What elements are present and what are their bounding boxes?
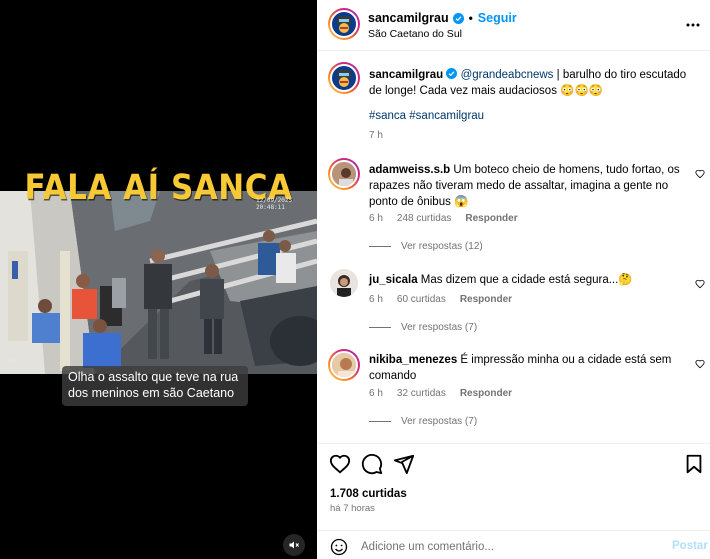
add-comment-bar: Postar bbox=[317, 530, 710, 559]
share-send-icon[interactable] bbox=[393, 453, 415, 475]
comment-meta: 6 h 60 curtidas Responder bbox=[369, 294, 512, 305]
post-sidebar: sancamilgrau • Seguir São Caetano do Sul bbox=[317, 0, 710, 559]
post-dialog: FALA AÍ SANCA 12/09/2025 20:48:11 CAM 2 … bbox=[0, 0, 710, 559]
emoji-icon[interactable] bbox=[330, 538, 348, 556]
like-heart-icon[interactable] bbox=[695, 169, 705, 179]
comment-body: Mas dizem que a cidade está segura...🤔 bbox=[417, 274, 633, 286]
reply-button[interactable]: Responder bbox=[460, 388, 512, 399]
view-replies-label: Ver respostas (7) bbox=[401, 416, 478, 427]
view-replies-label: Ver respostas (12) bbox=[401, 241, 483, 252]
comment-avatar[interactable] bbox=[328, 158, 360, 190]
profile-photo-icon bbox=[332, 162, 356, 186]
comment-username[interactable]: nikiba_menezes bbox=[369, 354, 457, 366]
video-caption: Olha o assalto que teve na rua dos menin… bbox=[62, 366, 248, 406]
profile-photo-icon bbox=[330, 269, 358, 297]
header-user-row: sancamilgrau • Seguir bbox=[368, 11, 517, 25]
comment-text: ju_sicala Mas dizem que a cidade está se… bbox=[369, 272, 689, 288]
view-replies-button[interactable]: Ver respostas (7) bbox=[369, 416, 477, 427]
header-separator: • bbox=[468, 11, 473, 25]
comment-meta: 6 h 248 curtidas Responder bbox=[369, 213, 518, 224]
video-frame[interactable] bbox=[0, 191, 317, 374]
comment-input[interactable] bbox=[361, 537, 651, 557]
reply-button[interactable]: Responder bbox=[465, 213, 517, 224]
comment-likes[interactable]: 32 curtidas bbox=[397, 388, 446, 399]
camera-label: CAM 2 bbox=[4, 357, 26, 365]
comment-avatar[interactable] bbox=[330, 269, 358, 297]
like-heart-icon[interactable] bbox=[329, 453, 351, 475]
like-heart-icon[interactable] bbox=[695, 279, 705, 289]
profile-photo-icon bbox=[332, 353, 356, 377]
view-replies-button[interactable]: Ver respostas (7) bbox=[369, 322, 477, 333]
comment-likes[interactable]: 248 curtidas bbox=[397, 213, 451, 224]
replies-divider bbox=[369, 246, 391, 247]
cctv-scene bbox=[0, 191, 317, 374]
comment-time: 6 h bbox=[369, 213, 383, 224]
camera-timestamp: 12/09/2025 20:48:11 bbox=[256, 197, 293, 211]
bookmark-save-icon[interactable] bbox=[683, 453, 705, 475]
verified-badge-icon bbox=[446, 68, 458, 79]
comment-time: 6 h bbox=[369, 388, 383, 399]
caption-avatar[interactable] bbox=[328, 62, 360, 94]
caption-hashtags[interactable]: #sanca #sancamilgrau bbox=[369, 110, 484, 122]
video-pane[interactable]: FALA AÍ SANCA 12/09/2025 20:48:11 CAM 2 … bbox=[0, 0, 317, 559]
comment-bubble-icon[interactable] bbox=[361, 453, 383, 475]
follow-button[interactable]: Seguir bbox=[478, 11, 517, 25]
comments-scroll-area[interactable]: sancamilgrau @grandeabcnews | barulho do… bbox=[317, 52, 710, 442]
sanca-logo-icon bbox=[337, 16, 351, 33]
verified-badge-icon bbox=[452, 12, 464, 24]
avatar[interactable] bbox=[328, 8, 360, 40]
comment-username[interactable]: adamweiss.s.b bbox=[369, 164, 450, 176]
comment-avatar[interactable] bbox=[328, 349, 360, 381]
comment-username[interactable]: ju_sicala bbox=[369, 274, 418, 286]
post-comment-button[interactable]: Postar bbox=[672, 540, 708, 552]
comment-likes[interactable]: 60 curtidas bbox=[397, 294, 446, 305]
sanca-logo-icon bbox=[337, 70, 351, 87]
caption-text: sancamilgrau @grandeabcnews | barulho do… bbox=[369, 67, 695, 99]
header-username[interactable]: sancamilgrau bbox=[368, 11, 449, 25]
more-options-icon[interactable] bbox=[685, 18, 701, 32]
replies-divider bbox=[369, 421, 391, 422]
post-footer: 1.708 curtidas há 7 horas Postar bbox=[317, 443, 710, 559]
post-header: sancamilgrau • Seguir São Caetano do Sul bbox=[317, 0, 710, 51]
comment-time: 6 h bbox=[369, 294, 383, 305]
speaker-muted-icon bbox=[289, 541, 299, 549]
comment-text: nikiba_menezes É impressão minha ou a ci… bbox=[369, 352, 689, 384]
header-location[interactable]: São Caetano do Sul bbox=[368, 28, 462, 40]
comment-meta: 6 h 32 curtidas Responder bbox=[369, 388, 512, 399]
mute-button[interactable] bbox=[283, 534, 305, 556]
caption-time: 7 h bbox=[369, 130, 383, 141]
like-heart-icon[interactable] bbox=[695, 359, 705, 369]
caption-username[interactable]: sancamilgrau bbox=[369, 69, 443, 81]
comment-text: adamweiss.s.b Um boteco cheio de homens,… bbox=[369, 162, 689, 210]
reply-button[interactable]: Responder bbox=[460, 294, 512, 305]
view-replies-button[interactable]: Ver respostas (12) bbox=[369, 241, 483, 252]
view-replies-label: Ver respostas (7) bbox=[401, 322, 478, 333]
caption-mention[interactable]: @grandeabcnews bbox=[461, 69, 554, 81]
post-age: há 7 horas bbox=[330, 503, 375, 514]
replies-divider bbox=[369, 327, 391, 328]
likes-count[interactable]: 1.708 curtidas bbox=[330, 488, 407, 500]
